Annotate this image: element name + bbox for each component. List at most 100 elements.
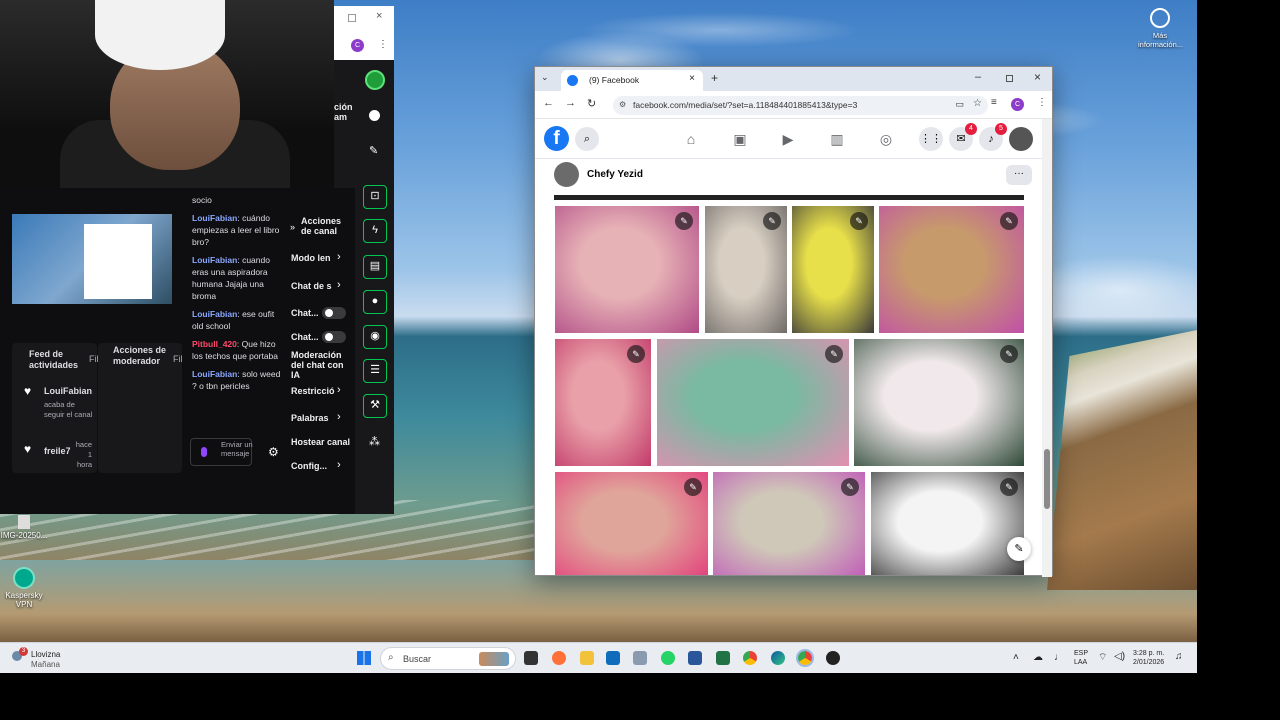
photo-tile[interactable]: ✎ <box>792 206 874 333</box>
desktop-file-shortcut[interactable]: IMG-20250... <box>0 515 48 540</box>
more-options-button[interactable]: ··· <box>1006 165 1032 185</box>
action-slow-mode[interactable]: Modo len <box>291 253 331 263</box>
forward-icon[interactable]: → <box>565 97 576 109</box>
volume-icon[interactable]: ◁) <box>1114 651 1125 662</box>
action-host-channel[interactable]: Hostear canal <box>291 437 350 447</box>
album-owner-name[interactable]: Chefy Yezid <box>587 169 643 180</box>
facebook-logo-icon[interactable]: f <box>544 126 569 151</box>
chevron-right-icon[interactable]: › <box>337 459 341 471</box>
server-icon[interactable]: ☰ <box>363 359 387 383</box>
clock[interactable]: 3:28 p. m. 2/01/2026 <box>1133 649 1164 667</box>
task-view-icon[interactable] <box>524 651 538 665</box>
excel-icon[interactable] <box>716 651 730 665</box>
wrench-icon[interactable]: ⚒ <box>363 394 387 418</box>
scrollbar-thumb[interactable] <box>1044 449 1050 509</box>
new-message-button[interactable]: ✎ <box>1007 537 1031 561</box>
edit-pencil-icon[interactable]: ✎ <box>1000 478 1018 496</box>
file-explorer-icon[interactable] <box>580 651 594 665</box>
word-icon[interactable] <box>688 651 702 665</box>
bookmark-star-icon[interactable]: ☆ <box>973 98 982 109</box>
chat-input[interactable]: Enviar un mensaje <box>190 438 253 466</box>
mic-icon[interactable] <box>201 447 207 457</box>
whatsapp-icon[interactable] <box>661 651 675 665</box>
action-chat-toggle-2[interactable]: Chat... <box>291 332 319 342</box>
action-restrictions[interactable]: Restricció <box>291 386 335 396</box>
edit-pencil-icon[interactable]: ✎ <box>1000 345 1018 363</box>
photo-tile[interactable]: ✎ <box>879 206 1024 333</box>
edge-icon[interactable] <box>771 651 785 665</box>
messenger-icon[interactable]: ✉ 4 <box>949 123 977 151</box>
edit-pencil-icon[interactable]: ✎ <box>1000 212 1018 230</box>
chevron-right-icon[interactable]: › <box>337 279 341 291</box>
stream-preview[interactable] <box>12 214 172 304</box>
menu-dots-icon[interactable]: ⋮ <box>378 39 388 50</box>
obs-icon[interactable] <box>826 651 840 665</box>
bolt-icon[interactable]: ϟ <box>363 219 387 243</box>
back-icon[interactable]: ← <box>543 97 554 109</box>
account-avatar[interactable] <box>1009 127 1033 151</box>
tray-network-icon[interactable]: ☁ <box>1033 652 1043 663</box>
action-sub-chat[interactable]: Chat de s <box>291 281 332 291</box>
close-icon[interactable]: × <box>1034 70 1041 84</box>
action-chat-toggle-1[interactable]: Chat... <box>291 308 319 318</box>
url-field[interactable]: ⚙ facebook.com/media/set/?set=a.11848440… <box>613 96 988 115</box>
note-icon[interactable]: ▤ <box>363 255 387 279</box>
extensions-icon[interactable]: ⁂ <box>369 435 380 448</box>
toggle-switch[interactable] <box>322 307 346 319</box>
photo-tile[interactable]: ✎ <box>657 339 849 466</box>
tray-chevron-icon[interactable]: ˄ <box>1013 652 1019 663</box>
new-tab-icon[interactable]: + <box>711 71 718 85</box>
broadcast-status-icon[interactable] <box>365 70 385 90</box>
edit-pencil-icon[interactable]: ✎ <box>850 212 868 230</box>
edit-pencil-icon[interactable]: ✎ <box>841 478 859 496</box>
install-icon[interactable]: ▭ <box>955 99 964 110</box>
taskbar-search[interactable]: ⌕ Buscar <box>380 647 516 670</box>
edit-pencil-icon[interactable]: ✎ <box>627 345 645 363</box>
chat-bubble-icon[interactable]: ● <box>363 290 387 314</box>
photo-tile[interactable]: ✎ <box>871 472 1024 575</box>
chevron-right-icon[interactable]: › <box>337 384 341 396</box>
tab-close-icon[interactable]: × <box>689 73 695 84</box>
clip-icon[interactable]: ⊡ <box>363 185 387 209</box>
edit-icon[interactable]: ✎ <box>369 144 378 157</box>
action-settings[interactable]: Config... <box>291 461 327 471</box>
search-icon[interactable]: ⌕ <box>575 127 599 151</box>
chevron-right-icon[interactable]: › <box>337 411 341 423</box>
photo-tile[interactable]: ✎ <box>713 472 865 575</box>
chrome-profile-icon[interactable] <box>796 649 814 667</box>
chevron-right-icon[interactable]: › <box>337 251 341 263</box>
pages-icon[interactable]: ▣ <box>729 128 751 150</box>
edit-pencil-icon[interactable]: ✎ <box>825 345 843 363</box>
close-icon[interactable]: × <box>376 10 382 22</box>
feed-user[interactable]: freile7 <box>44 446 71 457</box>
mail-icon[interactable] <box>633 651 647 665</box>
edit-pencil-icon[interactable]: ✎ <box>675 212 693 230</box>
chat-settings-icon[interactable]: ⚙ <box>268 446 279 458</box>
profile-avatar-icon[interactable]: C <box>1011 98 1024 111</box>
photo-tile[interactable]: ✎ <box>555 206 699 333</box>
broadcast-icon[interactable]: ◉ <box>363 325 387 349</box>
photo-tile[interactable]: ✎ <box>555 339 651 466</box>
toggle-switch[interactable] <box>322 331 346 343</box>
tray-mic-icon[interactable]: ♩ <box>1054 652 1064 663</box>
reload-icon[interactable]: ↻ <box>587 97 596 110</box>
info-icon[interactable] <box>369 110 380 121</box>
action-ai-moderation[interactable]: Moderación del chat con IA <box>291 350 347 380</box>
desktop-info-shortcut[interactable]: Más información... <box>1138 8 1183 49</box>
start-button[interactable] <box>357 651 371 665</box>
video-icon[interactable]: ▶ <box>777 128 799 150</box>
photo-tile[interactable]: ✎ <box>705 206 787 333</box>
scrollbar[interactable] <box>1042 119 1052 577</box>
edit-pencil-icon[interactable]: ✎ <box>763 212 781 230</box>
mod-filter[interactable]: Fil <box>173 354 183 365</box>
menu-grid-icon[interactable]: ⋮⋮ <box>919 127 943 151</box>
photo-tile[interactable]: ✎ <box>854 339 1024 466</box>
maximize-icon[interactable] <box>348 14 356 22</box>
photo-tile[interactable]: ✎ <box>555 472 708 575</box>
home-icon[interactable]: ⌂ <box>680 128 702 150</box>
minimize-icon[interactable]: – <box>975 71 981 83</box>
lang-indicator[interactable]: ESP LAA <box>1074 649 1088 667</box>
wifi-icon[interactable]: ⌔ <box>1098 651 1107 664</box>
tab-list-icon[interactable]: ⌄ <box>541 72 549 83</box>
menu-dots-icon[interactable]: ⋮ <box>1037 97 1047 108</box>
